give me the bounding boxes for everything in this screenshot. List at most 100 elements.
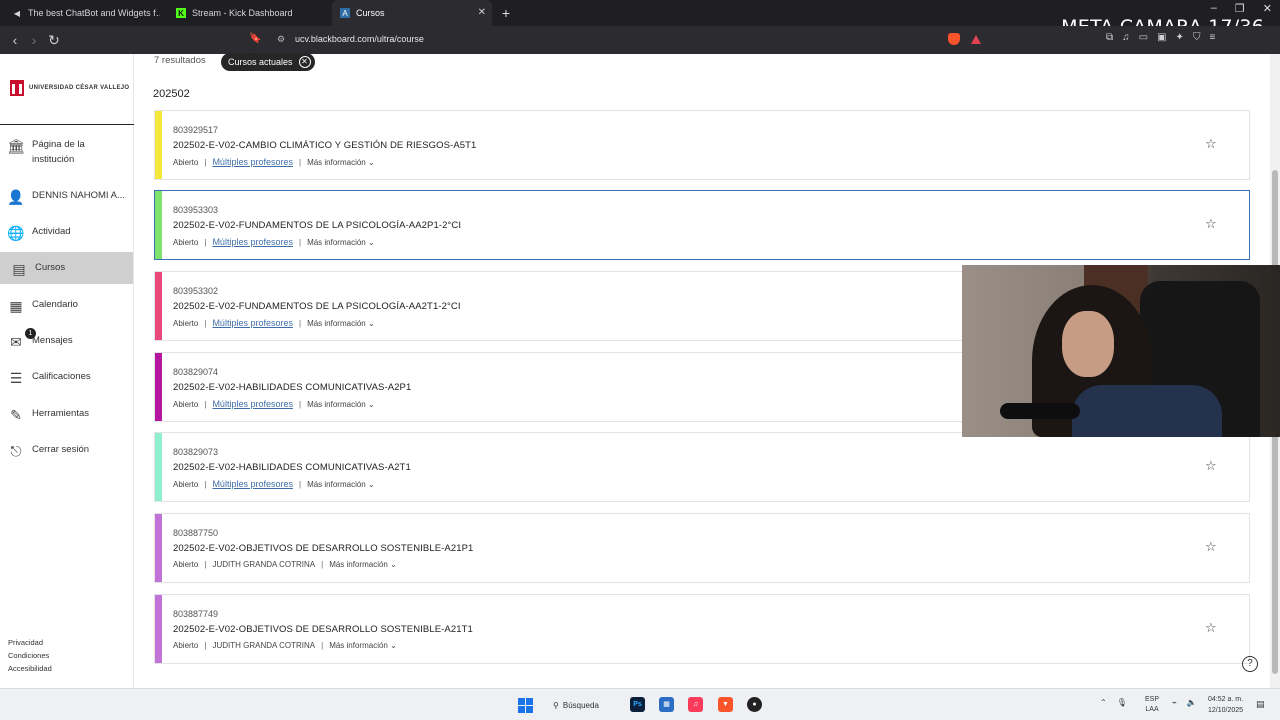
site-settings-icon[interactable]: ⚙ <box>277 34 285 45</box>
sidebar-item-logout[interactable]: ⎋ Cerrar sesión <box>0 442 133 460</box>
privacy-link[interactable]: Privacidad <box>8 636 52 649</box>
favorite-star-icon[interactable]: ☆ <box>1205 458 1217 474</box>
course-name[interactable]: 202502-E-V02-HABILIDADES COMUNICATIVAS-A… <box>173 382 411 393</box>
course-name[interactable]: 202502-E-V02-FUNDAMENTOS DE LA PSICOLOGÍ… <box>173 301 461 312</box>
more-info-button[interactable]: Más información ⌄ <box>307 158 375 167</box>
windows-start-icon[interactable] <box>518 698 533 713</box>
course-card[interactable]: 803887750 202502-E-V02-OBJETIVOS DE DESAR… <box>154 513 1250 583</box>
filter-chip[interactable]: Cursos actuales ✕ <box>221 53 315 71</box>
sidebar-item-courses[interactable]: ▤ Cursos <box>0 252 133 284</box>
more-info-button[interactable]: Más información ⌄ <box>307 238 375 247</box>
sidebar-item-messages[interactable]: ✉ 1 Mensajes <box>0 328 133 351</box>
clock[interactable]: 04:52 a. m. 12/10/2025 <box>1208 694 1243 716</box>
back-icon[interactable]: ‹ <box>7 32 23 48</box>
tray-chevron-icon[interactable]: ⌃ <box>1100 698 1107 707</box>
messages-badge: 1 <box>25 328 36 339</box>
course-card[interactable]: 803887749 202502-E-V02-OBJETIVOS DE DESAR… <box>154 594 1250 664</box>
taskbar-search[interactable]: ⚲ Búsqueda <box>553 696 599 714</box>
close-window-icon[interactable]: ✕ <box>1263 2 1272 15</box>
sidebar-item-profile[interactable]: 👤 DENNIS NAHOMI A... <box>0 188 133 206</box>
favorite-star-icon[interactable]: ☆ <box>1205 620 1217 636</box>
favorite-star-icon[interactable]: ☆ <box>1205 136 1217 152</box>
course-status: Abierto <box>173 560 199 569</box>
courses-icon: ▤ <box>12 260 26 277</box>
course-instructor[interactable]: Múltiples profesores <box>212 318 293 328</box>
browser-tab[interactable]: ◀︎ The best ChatBot and Widgets f… <box>4 0 160 26</box>
separator: | <box>298 157 302 167</box>
course-meta: Abierto | Múltiples profesores | Más informa… <box>173 157 375 167</box>
course-meta: Abierto | JUDITH GRANDA COTRINA | Más inform… <box>173 641 397 650</box>
sidebar-toggle-icon[interactable]: ▭ <box>1139 32 1148 43</box>
wallet-icon[interactable]: ▣ <box>1157 32 1166 43</box>
clear-filter-icon[interactable]: ✕ <box>298 56 311 68</box>
course-card[interactable]: 803953303 202502-E-V02-FUNDAMENTOS DE LA … <box>154 190 1250 260</box>
restore-icon[interactable]: ❐ <box>1235 2 1245 15</box>
extensions-icon[interactable]: ⧉ <box>1106 32 1113 43</box>
course-card[interactable]: 803929517 202502-E-V02-CAMBIO CLIMÁTICO Y… <box>154 110 1250 180</box>
accessibility-link[interactable]: Accesibilidad <box>8 662 52 675</box>
course-status: Abierto <box>173 318 199 328</box>
more-info-label: Más información <box>329 560 388 569</box>
course-card[interactable]: 803829073 202502-E-V02-HABILIDADES COMUNI… <box>154 432 1250 502</box>
microphone-icon[interactable]: 🎙 <box>1117 698 1127 707</box>
brave-rewards-icon[interactable] <box>971 35 981 44</box>
course-name[interactable]: 202502-E-V02-HABILIDADES COMUNICATIVAS-A… <box>173 462 411 473</box>
music-icon[interactable]: ♫ <box>688 697 703 712</box>
more-info-button[interactable]: Más información ⌄ <box>329 560 397 569</box>
course-name[interactable]: 202502-E-V02-OBJETIVOS DE DESARROLLO SOS… <box>173 624 473 635</box>
forward-icon[interactable]: › <box>26 32 42 48</box>
obs-icon[interactable]: ● <box>747 697 762 712</box>
course-name[interactable]: 202502-E-V02-FUNDAMENTOS DE LA PSICOLOGÍ… <box>173 220 461 231</box>
sidebar-item-label: Actividad <box>32 226 71 237</box>
more-info-button[interactable]: Más información ⌄ <box>307 319 375 328</box>
notifications-icon[interactable]: ▤ <box>1256 699 1265 710</box>
terms-link[interactable]: Condiciones <box>8 649 52 662</box>
course-instructor[interactable]: JUDITH GRANDA COTRINA <box>212 560 315 569</box>
course-instructor[interactable]: Múltiples profesores <box>212 479 293 489</box>
url-text[interactable]: ucv.blackboard.com/ultra/course <box>295 34 424 44</box>
browser-tab[interactable]: K Stream - Kick Dashboard <box>168 0 328 26</box>
more-info-button[interactable]: Más información ⌄ <box>307 480 375 489</box>
user-icon: 👤 <box>7 188 25 205</box>
window-controls: – ❐ ✕ <box>1211 2 1272 15</box>
network-icon[interactable]: ⌁ <box>1172 698 1177 707</box>
blackboard-icon: A <box>340 8 350 18</box>
close-tab-icon[interactable]: ✕ <box>478 7 486 18</box>
more-info-button[interactable]: Más información ⌄ <box>307 400 375 409</box>
course-instructor[interactable]: JUDITH GRANDA COTRINA <box>212 641 315 650</box>
university-logo[interactable]: UNIVERSIDAD CÉSAR VALLEJO <box>10 80 129 96</box>
menu-icon[interactable]: ≡ <box>1209 32 1215 43</box>
media-icon[interactable]: ♫ <box>1122 32 1130 43</box>
webcam-person-face <box>1062 311 1114 377</box>
more-info-label: Más información <box>307 479 366 489</box>
sidebar-item-activity[interactable]: 🌐 Actividad <box>0 224 133 242</box>
ai-icon[interactable]: ✦ <box>1176 32 1184 43</box>
course-status: Abierto <box>173 641 199 650</box>
favorite-star-icon[interactable]: ☆ <box>1205 539 1217 555</box>
bookmark-icon[interactable]: 🔖 <box>249 33 261 44</box>
volume-icon[interactable]: 🔈 <box>1187 698 1197 707</box>
course-instructor[interactable]: Múltiples profesores <box>212 157 293 167</box>
photoshop-icon[interactable]: Ps <box>630 697 645 712</box>
sidebar-item-grades[interactable]: ☰ Calificaciones <box>0 369 133 387</box>
sidebar-item-tools[interactable]: ✎ Herramientas <box>0 406 133 424</box>
system-tray: ⌃ 🎙 <box>1100 698 1127 707</box>
reload-icon[interactable]: ↻ <box>46 32 62 48</box>
course-instructor[interactable]: Múltiples profesores <box>212 237 293 247</box>
language-indicator[interactable]: ESP LAA <box>1145 695 1159 715</box>
minimize-icon[interactable]: – <box>1211 2 1217 15</box>
course-instructor[interactable]: Múltiples profesores <box>212 399 293 409</box>
new-tab-icon[interactable]: + <box>498 4 514 22</box>
sidebar-item-calendar[interactable]: ▦ Calendario <box>0 297 133 315</box>
sidebar-item-institution[interactable]: 🏛 Página de la institución <box>0 137 133 173</box>
course-name[interactable]: 202502-E-V02-OBJETIVOS DE DESARROLLO SOS… <box>173 543 473 554</box>
brave-icon[interactable]: ▼ <box>718 697 733 712</box>
favorite-star-icon[interactable]: ☆ <box>1205 216 1217 232</box>
browser-tab-active[interactable]: A Cursos ✕ <box>332 0 492 26</box>
course-name[interactable]: 202502-E-V02-CAMBIO CLIMÁTICO Y GESTIÓN … <box>173 140 476 151</box>
vpn-icon[interactable]: ⛉ <box>1193 32 1201 43</box>
more-info-button[interactable]: Más información ⌄ <box>329 641 397 650</box>
brave-shield-icon[interactable] <box>948 33 960 45</box>
help-icon[interactable]: ? <box>1242 656 1258 672</box>
store-icon[interactable]: ▦ <box>659 697 674 712</box>
